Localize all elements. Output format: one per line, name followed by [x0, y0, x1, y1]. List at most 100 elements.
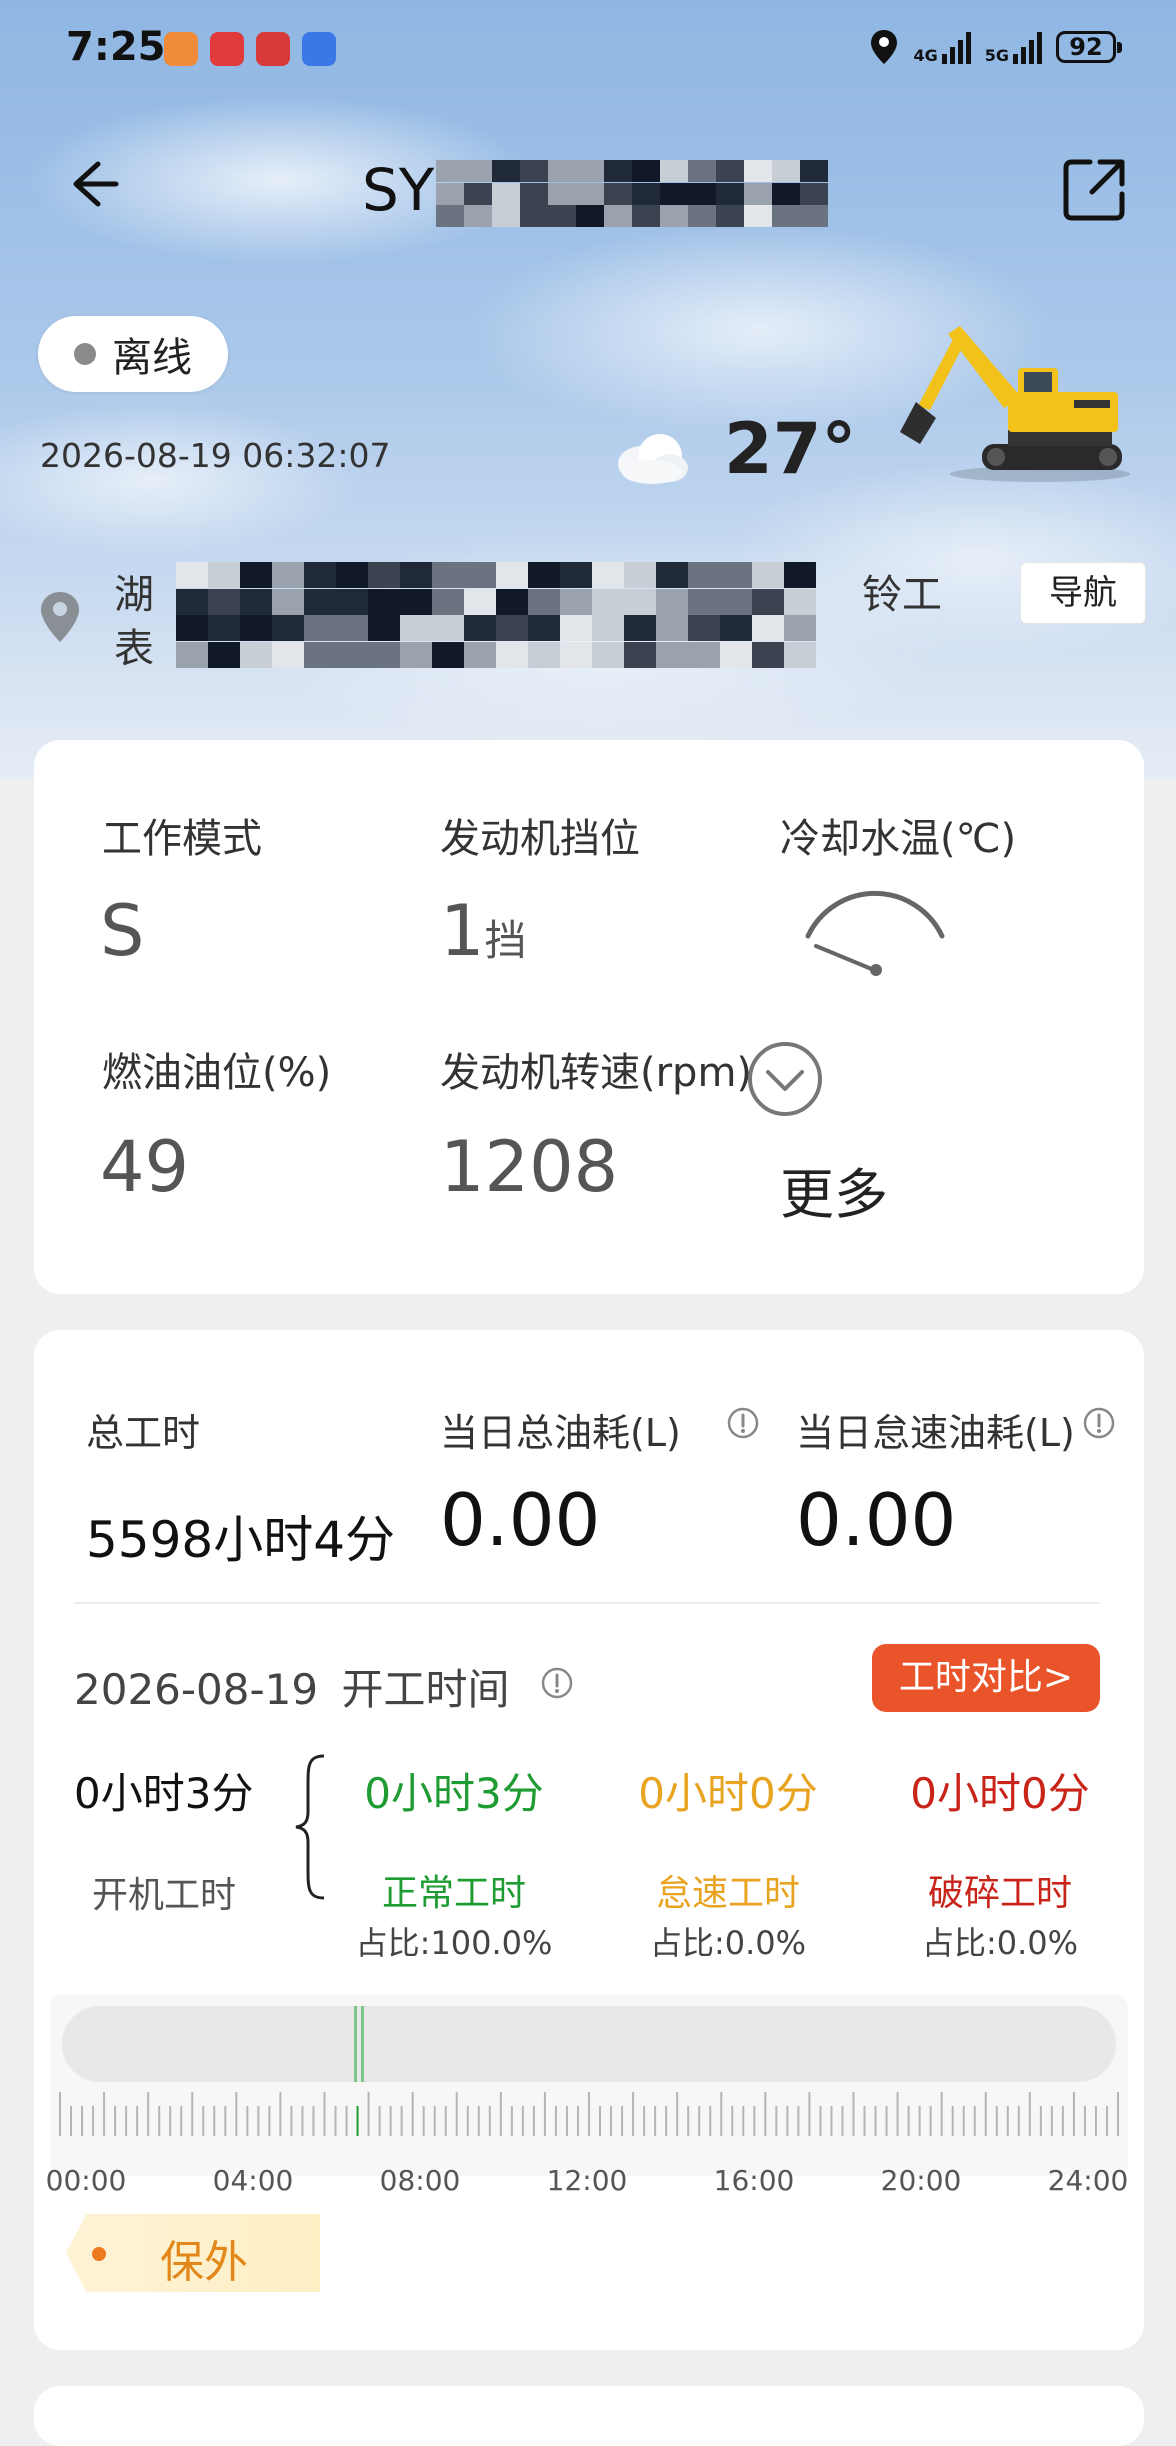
breakdown-label: 怠速工时 [655, 1873, 800, 1914]
more-button[interactable]: 更多 [780, 1150, 888, 1229]
mosaic-cell [632, 205, 660, 228]
mosaic-cell [548, 160, 576, 182]
mosaic-cell [304, 562, 336, 588]
mosaic-cell [464, 205, 492, 228]
breakdown-ratio: 占比:0.0% [649, 1924, 807, 1962]
info-icon[interactable] [1082, 1406, 1116, 1440]
mosaic-cell [560, 615, 592, 641]
signal-bars-icon [941, 30, 971, 64]
mosaic-cell [688, 182, 716, 205]
navigate-button[interactable]: 导航 [1020, 562, 1146, 624]
coolant-gauge-icon [805, 890, 945, 976]
mosaic-cell [752, 615, 784, 641]
mosaic-cell [720, 615, 752, 641]
timeline-tick-label: 20:00 [880, 2164, 962, 2197]
mosaic-cell [632, 182, 660, 205]
share-external-icon[interactable] [1056, 152, 1132, 228]
total-hours-label: 总工时 [86, 1411, 201, 1455]
start-time-heading: 2026-08-19 开工时间 [74, 1656, 509, 1717]
total-hours-value: 5598小时4分 [86, 1511, 396, 1569]
mosaic-cell [632, 160, 660, 182]
engine-rpm-label: 发动机转速(rpm) [440, 1050, 753, 1096]
mosaic-cell [176, 615, 208, 641]
timeline-tick-label: 04:00 [212, 2164, 294, 2197]
mosaic-cell [496, 615, 528, 641]
mosaic-cell [272, 615, 304, 641]
divider [74, 1602, 1100, 1604]
coolant-temp-label: 冷却水温(℃) [780, 816, 1017, 862]
hours-compare-button[interactable]: 工时对比> [872, 1644, 1100, 1712]
mosaic-cell [656, 562, 688, 588]
mosaic-cell [520, 182, 548, 205]
mosaic-cell [744, 205, 772, 228]
mosaic-cell [772, 205, 800, 228]
mosaic-cell [436, 160, 464, 182]
status-time: 7:25 [66, 24, 166, 70]
mosaic-cell [624, 588, 656, 615]
machine-hours-label: 开机工时 [92, 1875, 237, 1916]
arrow-left-icon[interactable] [58, 152, 122, 216]
signal-5g: 5G [985, 30, 1042, 64]
chevron-down-icon[interactable] [746, 1040, 824, 1118]
mosaic-cell [240, 641, 272, 668]
network-5g-label: 5G [984, 46, 1009, 65]
timeline-bar [62, 2006, 1116, 2082]
mosaic-cell [520, 160, 548, 182]
mosaic-cell [432, 588, 464, 615]
mosaic-cell [716, 182, 744, 205]
mosaic-cell [208, 562, 240, 588]
temperature-value: 27° [724, 408, 857, 490]
mosaic-cell [336, 615, 368, 641]
mosaic-cell [688, 562, 720, 588]
mosaic-cell [604, 182, 632, 205]
mosaic-cell [560, 588, 592, 615]
mosaic-cell [368, 562, 400, 588]
warranty-text: 保外 [160, 2237, 248, 2288]
mosaic-cell [752, 641, 784, 668]
mosaic-cell [576, 182, 604, 205]
network-4g-label: 4G [913, 46, 938, 65]
mosaic-cell [304, 615, 336, 641]
redacted-address [176, 562, 816, 668]
work-date: 2026-08-19 [74, 1665, 319, 1714]
mosaic-cell [656, 588, 688, 615]
mosaic-cell [548, 205, 576, 228]
status-text: 离线 [112, 335, 192, 381]
mosaic-cell [176, 562, 208, 588]
redacted-title [436, 160, 836, 228]
start-time-label: 开工时间 [341, 1665, 510, 1714]
mosaic-cell [720, 562, 752, 588]
mosaic-cell [400, 588, 432, 615]
mosaic-cell [272, 562, 304, 588]
address-line-1: 湖 [114, 572, 154, 618]
mosaic-cell [272, 588, 304, 615]
mosaic-cell [400, 562, 432, 588]
mosaic-cell [560, 641, 592, 668]
mosaic-cell [492, 205, 520, 228]
mosaic-cell [436, 182, 464, 205]
mosaic-cell [772, 160, 800, 182]
mosaic-cell [304, 588, 336, 615]
timeline-ticks [59, 2092, 1119, 2136]
notification-app-icon [256, 32, 290, 66]
gear-unit: 挡 [484, 916, 527, 965]
info-icon[interactable] [726, 1406, 760, 1440]
status-dot [74, 343, 96, 365]
mosaic-cell [772, 182, 800, 205]
mosaic-cell [548, 182, 576, 205]
timeline-active-segment [354, 2006, 365, 2082]
mosaic-cell [660, 160, 688, 182]
mosaic-cell [240, 615, 272, 641]
mosaic-cell [336, 562, 368, 588]
info-icon[interactable] [540, 1666, 574, 1700]
breakdown-ratio: 占比:100.0% [355, 1924, 553, 1962]
mosaic-cell [432, 641, 464, 668]
timeline-tick-label: 00:00 [45, 2164, 127, 2197]
breakdown-ratio: 占比:0.0% [921, 1924, 1079, 1962]
mosaic-cell [744, 182, 772, 205]
mosaic-cell [464, 641, 496, 668]
timeline-tick-label: 24:00 [1047, 2164, 1129, 2197]
mosaic-cell [660, 205, 688, 228]
mosaic-cell [528, 641, 560, 668]
mosaic-cell [492, 182, 520, 205]
